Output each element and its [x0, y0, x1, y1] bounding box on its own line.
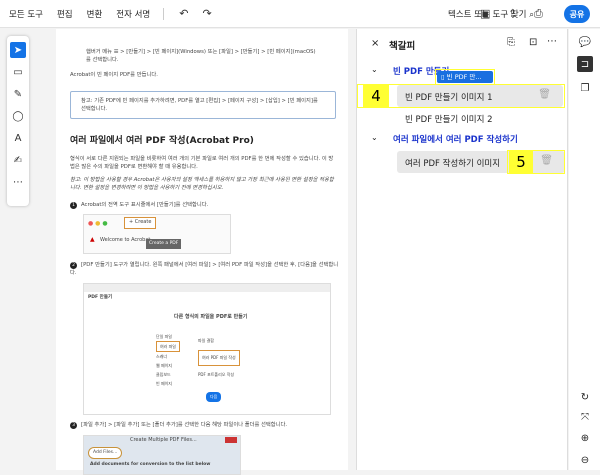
- step-number: 1: [70, 202, 77, 209]
- top-toolbar: 모든 도구 편집 변환 전자 서명 ↶ ↷ 텍스트 또는 도구 찾기 ⌕ ▣ ⇪…: [0, 0, 600, 28]
- quick-tools: ➤ ▭ ✎ ◯ A ✍ ⋯: [7, 36, 29, 206]
- more-tools-icon[interactable]: ⋯: [10, 174, 26, 190]
- screenshot-create-pdf: PDF 만들기 다른 형식의 파일을 PDF로 만들기 단일 파일 여러 파일 스캐…: [83, 283, 331, 415]
- rotate-icon[interactable]: ↻: [577, 389, 593, 405]
- menu-all-tools[interactable]: 모든 도구: [9, 8, 43, 20]
- divider: [163, 7, 165, 20]
- search-tools[interactable]: 텍스트 또는 도구 찾기 ⌕: [448, 8, 534, 20]
- zoom-in-icon[interactable]: ⊕: [577, 430, 593, 446]
- right-rail: 💬 ⊐ ❐ ↻ ⤧ ⊕ ⊖: [569, 29, 600, 470]
- print-icon[interactable]: ⎙: [534, 7, 543, 21]
- doc-note-italic: 참고: 이 방법을 사용할 경우 Acrobat은 사용자의 설정 액세스를 허…: [70, 177, 334, 191]
- fit-page-icon[interactable]: ⤧: [577, 409, 593, 425]
- step-text: [파일 추가] > [파일 추가] 또는 [폴더 추가]를 선택한 다음 해당 …: [81, 422, 288, 428]
- close-icon[interactable]: ×: [371, 38, 379, 49]
- welcome-text: Welcome to Acrobat: [100, 237, 151, 243]
- img-add-files: Add Files...: [88, 447, 123, 459]
- trash-icon[interactable]: 🗑: [538, 89, 551, 100]
- bookmarks-panel: × 책갈피 ⎘ ⊡ ⋯ ⌄ 빈 PDF 만들기 ▯ 빈 PDF 만... 빈 P…: [356, 29, 568, 470]
- new-bookmark-icon[interactable]: ⊡: [529, 37, 537, 48]
- step-1: 1 Acrobat의 전역 도구 표시줄에서 [만들기]를 선택합니다.: [70, 202, 208, 210]
- step-number: 3: [70, 422, 77, 429]
- panel-title: 책갈피: [389, 41, 416, 52]
- step-3: 3 [파일 추가] > [파일 추가] 또는 [폴더 추가]를 선택한 다음 해당…: [70, 422, 287, 430]
- upload-cloud-icon[interactable]: ⇪: [508, 7, 517, 20]
- create-button-image: + Create: [124, 217, 157, 229]
- img-title: Create Multiple PDF Files...: [130, 437, 197, 443]
- step-text: Acrobat의 전역 도구 표시줄에서 [만들기]를 선택합니다.: [81, 202, 209, 208]
- tooltip-image: Create a PDF: [146, 239, 182, 249]
- undo-icon[interactable]: ↶: [179, 7, 188, 20]
- callout-label: 5: [509, 151, 533, 173]
- bookmark-item[interactable]: 빈 PDF 만들기 이미지 1 🗑: [397, 85, 563, 107]
- menu-convert[interactable]: 변환: [87, 8, 103, 20]
- menu-esign[interactable]: 전자 서명: [116, 8, 150, 20]
- text-box-icon[interactable]: A: [10, 130, 26, 146]
- img-next: 다음: [206, 392, 222, 402]
- share-button[interactable]: 공유: [564, 5, 590, 23]
- callout-label: 4: [363, 85, 389, 107]
- section-heading: 여러 파일에서 여러 PDF 작성(Acrobat Pro): [70, 136, 254, 146]
- redo-icon[interactable]: ↷: [202, 7, 211, 20]
- img-options: 파일 결합 여러 PDF 파일 작성 PDF 포트폴리오 작성: [198, 332, 240, 384]
- step-number: 2: [70, 262, 77, 269]
- bookmark-item[interactable]: 빈 PDF 만들기 이미지 2: [405, 113, 493, 125]
- document-page: 햄버거 메뉴 ☰ > [만들기] > [빈 페이지](Windows) 또는 […: [56, 29, 348, 475]
- save-icon[interactable]: ▣: [480, 7, 490, 20]
- highlight-pen-icon[interactable]: ✎: [10, 86, 26, 102]
- bookmark-icon[interactable]: ⊐: [577, 56, 593, 72]
- select-arrow-icon[interactable]: ➤: [10, 42, 26, 58]
- note-text: 참고: 기존 PDF에 빈 페이지를 추가하려면, PDF를 열고 [편집] >…: [81, 98, 318, 112]
- doc-text: 햄버거 메뉴 ☰ > [만들기] > [빈 페이지](Windows) 또는 […: [86, 49, 316, 63]
- bookmark-from-selection-icon[interactable]: ⎘: [507, 37, 515, 48]
- menu-edit[interactable]: 편집: [57, 8, 73, 20]
- draw-lasso-icon[interactable]: ◯: [10, 108, 26, 124]
- doc-text: 형식이 서로 다른 지원되는 파일을 비롯하여 여러 개의 기본 파일로 여러 …: [70, 156, 334, 170]
- screenshot-create: ● ● ● + Create ▲ Welcome to Acrobat Crea…: [83, 214, 231, 254]
- step-text: [PDF 만들기] 도구가 열립니다. 왼쪽 패널에서 [여러 파일] > [여…: [70, 262, 339, 276]
- add-comment-icon[interactable]: ▭: [10, 64, 26, 80]
- signature-icon[interactable]: ✍: [10, 152, 26, 168]
- comment-icon[interactable]: 💬: [577, 34, 593, 50]
- more-options-icon[interactable]: ⋯: [547, 36, 557, 47]
- step-2: 2 [PDF 만들기] 도구가 열립니다. 왼쪽 패널에서 [여러 파일] > […: [70, 262, 340, 277]
- screenshot-add-files: Create Multiple PDF Files... Add Files..…: [83, 435, 241, 475]
- pages-icon[interactable]: ❐: [577, 80, 593, 96]
- note-box: 참고: 기존 PDF에 빈 페이지를 추가하려면, PDF를 열고 [편집] >…: [70, 91, 336, 119]
- chevron-down-icon[interactable]: ⌄: [371, 65, 378, 74]
- img-title: PDF 만들기: [88, 295, 113, 300]
- img-desc: Add documents for conversion to the list…: [90, 462, 211, 467]
- img-heading: 다른 형식의 파일을 PDF로 만들기: [174, 314, 248, 320]
- zoom-out-icon[interactable]: ⊖: [577, 452, 593, 468]
- doc-text: Acrobat이 빈 페이지 PDF를 만듭니다.: [70, 72, 158, 78]
- img-left-list: 단일 파일 여러 파일 스캐너 웹 페이지 클립보드 빈 페이지: [156, 332, 180, 388]
- chevron-down-icon[interactable]: ⌄: [371, 133, 378, 142]
- bookmark-group[interactable]: 여러 파일에서 여러 PDF 작성하기: [393, 133, 518, 145]
- drag-chip: ▯ 빈 PDF 만...: [437, 71, 493, 83]
